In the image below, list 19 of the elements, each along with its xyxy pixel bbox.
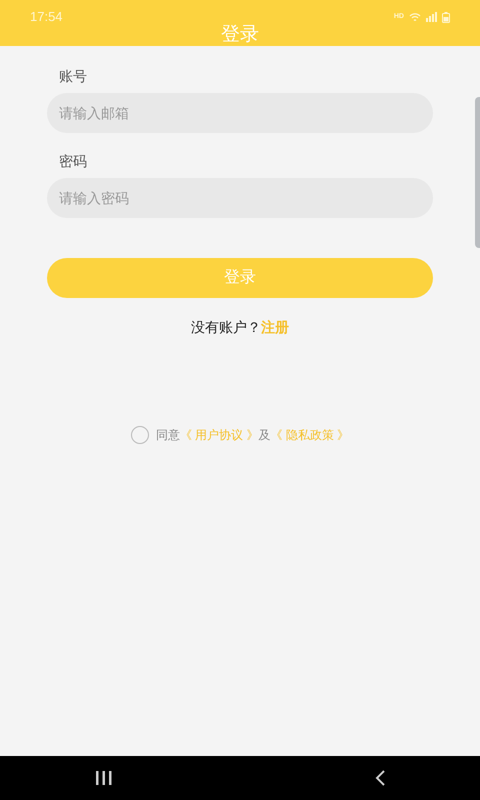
- input-field[interactable]: 请输入邮箱: [47, 93, 433, 133]
- agreement-checkbox[interactable]: [130, 426, 149, 444]
- recent-apps-icon[interactable]: [95, 771, 113, 785]
- status-time: 17:54: [30, 8, 63, 26]
- terms-link[interactable]: 《 用户协议 》: [180, 426, 258, 444]
- login-button[interactable]: 登录: [47, 258, 433, 298]
- agreement-prefix: 同意: [156, 427, 180, 444]
- agreement-joiner: 及: [258, 427, 270, 444]
- register-prompt: 没有账户？: [191, 318, 261, 337]
- wifi-icon: [409, 12, 421, 22]
- signal-icon: [426, 12, 437, 22]
- page-title: 登录: [221, 24, 259, 46]
- field-label: 密码: [58, 152, 88, 171]
- field-label: 账号: [58, 67, 88, 86]
- register-link[interactable]: 注册: [261, 317, 289, 338]
- battery-icon: [442, 12, 450, 22]
- privacy-link[interactable]: 《 隐私政策 》: [270, 426, 350, 444]
- back-icon[interactable]: [375, 770, 385, 786]
- input-field[interactable]: 请输入密码: [47, 178, 433, 218]
